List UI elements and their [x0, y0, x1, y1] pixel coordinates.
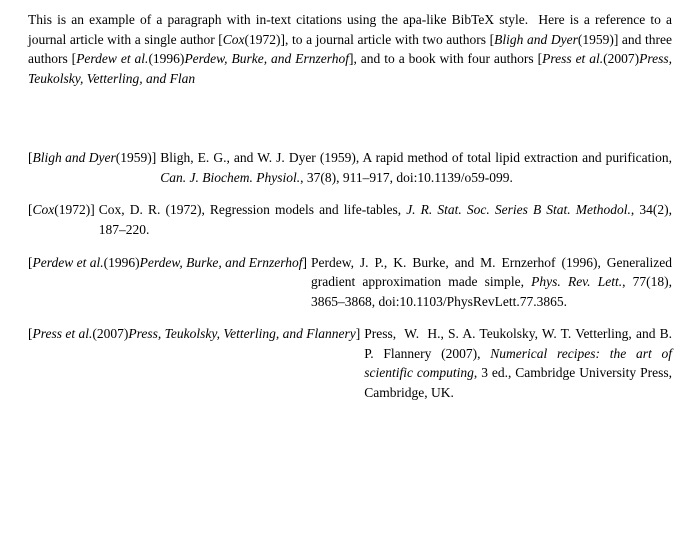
ref-key-press: [Press et al.(2007)Press, Teukolsky, Vet…	[28, 324, 360, 344]
ref-content-perdew: Perdew, J. P., K. Burke, and M. Ernzerho…	[311, 253, 672, 312]
references-section: [Bligh and Dyer(1959)] Bligh, E. G., and…	[28, 148, 672, 402]
intro-paragraph: This is an example of a paragraph with i…	[28, 10, 672, 88]
page: This is an example of a paragraph with i…	[0, 0, 700, 549]
citation-bligh: Bligh and Dyer	[494, 32, 578, 47]
citation-perdew: Perdew et al.	[76, 51, 148, 66]
ref-content-press: Press, W. H., S. A. Teukolsky, W. T. Vet…	[364, 324, 672, 402]
citation-press: Press et al.	[542, 51, 603, 66]
ref-entry-press: [Press et al.(2007)Press, Teukolsky, Vet…	[28, 324, 672, 402]
ref-entry-perdew: [Perdew et al.(1996)Perdew, Burke, and E…	[28, 253, 672, 312]
ref-key-bligh: [Bligh and Dyer(1959)]	[28, 148, 156, 168]
ref-entry-cox: [Cox(1972)] Cox, D. R. (1972), Regressio…	[28, 200, 672, 239]
ref-key-perdew: [Perdew et al.(1996)Perdew, Burke, and E…	[28, 253, 307, 273]
ref-content-bligh: Bligh, E. G., and W. J. Dyer (1959), A r…	[160, 148, 672, 187]
ref-entry-bligh: [Bligh and Dyer(1959)] Bligh, E. G., and…	[28, 148, 672, 187]
ref-content-cox: Cox, D. R. (1972), Regression models and…	[99, 200, 672, 239]
citation-cox: Cox	[223, 32, 245, 47]
ref-key-cox: [Cox(1972)]	[28, 200, 95, 220]
citation-perdew-full: Perdew, Burke, and Ernzerhof	[184, 51, 349, 66]
